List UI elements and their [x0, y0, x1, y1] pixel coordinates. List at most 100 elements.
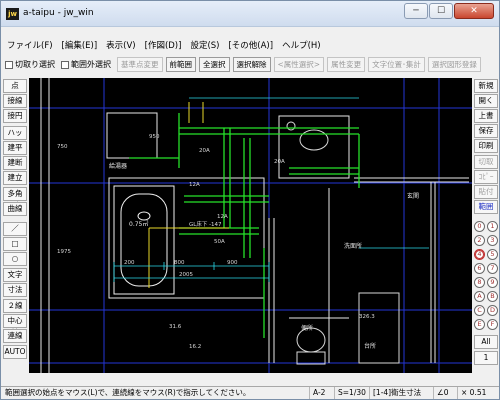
dimension-label: 200 — [124, 260, 135, 266]
layer-display[interactable]: [1-4]衛生寸法 — [369, 387, 421, 399]
cut-select-checkbox[interactable]: 切取り選択 — [5, 59, 55, 70]
elevation-tool[interactable]: 建立 — [3, 171, 27, 185]
layer-group-scale-button[interactable]: 1 — [474, 351, 498, 365]
layer-0-button[interactable]: 0 — [474, 221, 485, 232]
zoom-display[interactable]: × 0.51 — [457, 387, 486, 399]
range-button[interactable]: 範囲 — [474, 200, 498, 214]
cancel-selection-button[interactable]: 選択解除 — [232, 57, 271, 72]
point-tool[interactable]: 点 — [3, 79, 27, 93]
register-shape-button[interactable]: 選択図形登録 — [427, 57, 481, 72]
section-tool[interactable]: 建断 — [3, 156, 27, 170]
attribute-change-button[interactable]: 属性変更 — [327, 57, 366, 72]
previous-range-button[interactable]: 前範囲 — [165, 57, 196, 72]
plan-tool[interactable]: 建平 — [3, 141, 27, 155]
angle-display[interactable]: ∠0 — [433, 387, 449, 399]
curve-tool[interactable]: 曲線 — [3, 202, 27, 216]
entrance-label: 玄関 — [407, 192, 419, 200]
line-tool[interactable]: ／ — [3, 222, 27, 236]
menu-view[interactable]: 表示(V) — [106, 39, 135, 51]
layer-5-button[interactable]: 5 — [487, 249, 498, 260]
minimize-button[interactable]: ─ — [404, 3, 428, 19]
layer-row: C D — [474, 305, 498, 318]
continuous-line-tool[interactable]: 連線 — [3, 329, 27, 343]
layer-1-button[interactable]: 1 — [487, 221, 498, 232]
cut-button[interactable]: 切取 — [474, 155, 498, 169]
menu-draw[interactable]: [作図(D)] — [145, 39, 182, 51]
auto-mode-tool[interactable]: AUTO — [3, 345, 27, 359]
kitchen-label: 台所 — [364, 342, 376, 350]
layer-row: 8 9 — [474, 277, 498, 290]
layer-9-button[interactable]: 9 — [487, 277, 498, 288]
cut-select-label: 切取り選択 — [15, 60, 55, 69]
pipe-size-label: 50A — [214, 239, 225, 245]
center-line-tool[interactable]: 中心線 — [3, 314, 27, 337]
print-button[interactable]: 印刷 — [474, 139, 498, 153]
tangent-circle-tool[interactable]: 接円 — [3, 109, 27, 123]
layer-7-button[interactable]: 7 — [487, 263, 498, 274]
dimension-label: 1975 — [57, 249, 71, 255]
dimension-label: 800 — [174, 260, 185, 266]
layer-row: 2 3 — [474, 235, 498, 248]
pipe-size-label: 20A — [199, 148, 210, 154]
menu-other[interactable]: [その他(A)] — [228, 39, 273, 51]
bath-area-label: 0.75㎡ — [129, 220, 148, 228]
circle-tool[interactable]: ○ — [3, 252, 27, 266]
outside-select-checkbox[interactable]: 範囲外選択 — [61, 59, 111, 70]
window-controls: ─ ☐ ✕ — [404, 3, 494, 19]
polygon-tool[interactable]: 多角形 — [3, 187, 27, 210]
paste-button[interactable]: 貼付 — [474, 185, 498, 199]
drawing-canvas[interactable]: 給湯器 洗面所 玄関 便所 台所 0.75㎡ 20A 20A 12A 12A 5… — [29, 78, 472, 373]
maximize-button[interactable]: ☐ — [429, 3, 453, 19]
layer-6-button[interactable]: 6 — [474, 263, 485, 274]
attribute-select-button[interactable]: <属性選択> — [273, 57, 325, 72]
menu-help[interactable]: ヘルプ(H) — [282, 39, 321, 51]
checkbox-box — [5, 60, 13, 69]
select-all-button[interactable]: 全選択 — [199, 57, 230, 72]
pipe-size-label: 12A — [189, 182, 200, 188]
washroom-label: 洗面所 — [344, 242, 362, 250]
all-layers-button[interactable]: All — [474, 335, 498, 349]
layer-f-button[interactable]: F — [487, 319, 498, 330]
title-bar: jw a-taipu - jw_win ─ ☐ ✕ — [1, 1, 499, 27]
status-bar: 範囲選択の始点をマウス(L)で、連続線をマウス(R)で指示してください。 A-2… — [1, 386, 499, 399]
status-message: 範囲選択の始点をマウス(L)で、連続線をマウス(R)で指示してください。 — [5, 388, 251, 397]
overwrite-button[interactable]: 上書 — [474, 109, 498, 123]
select-toolbar: 切取り選択 範囲外選択 基準点変更 前範囲 全選択 選択解除 <属性選択> 属性… — [1, 54, 499, 75]
window-title: a-taipu - jw_win — [23, 8, 94, 18]
close-button[interactable]: ✕ — [454, 3, 494, 19]
text-tool[interactable]: 文字 — [3, 268, 27, 282]
double-line-tool[interactable]: ２線 — [3, 299, 27, 313]
layer-8-button[interactable]: 8 — [474, 277, 485, 288]
app-icon: jw — [6, 8, 19, 20]
copy-button[interactable]: ｺﾋﾟｰ — [474, 170, 498, 184]
layer-2-button[interactable]: 2 — [474, 235, 485, 246]
dimension-tool[interactable]: 寸法 — [3, 283, 27, 297]
rectangle-tool[interactable]: □ — [3, 237, 27, 251]
menu-settings[interactable]: 設定(S) — [190, 39, 219, 51]
paper-size[interactable]: A-2 — [309, 387, 325, 399]
toilet-label: 便所 — [301, 324, 313, 332]
layer-3-button[interactable]: 3 — [487, 235, 498, 246]
hatch-tool[interactable]: ハッチ — [3, 126, 27, 149]
scale-display[interactable]: S=1/30 — [334, 387, 366, 399]
layer-c-button[interactable]: C — [474, 305, 485, 316]
layer-e-button[interactable]: E — [474, 319, 485, 330]
save-button[interactable]: 保存 — [474, 124, 498, 138]
layer-row: E F — [474, 319, 498, 332]
water-heater-label: 給湯器 — [109, 162, 127, 170]
menu-file[interactable]: ファイル(F) — [7, 39, 53, 51]
open-file-button[interactable]: 開く — [474, 94, 498, 108]
tangent-line-tool[interactable]: 接線 — [3, 94, 27, 108]
new-file-button[interactable]: 新規 — [474, 79, 498, 93]
checkbox-box — [61, 60, 69, 69]
layer-4-button[interactable]: 4 — [474, 249, 485, 260]
layer-d-button[interactable]: D — [487, 305, 498, 316]
dimension-label: 900 — [227, 260, 238, 266]
layer-a-button[interactable]: A — [474, 291, 485, 302]
app-window: jw a-taipu - jw_win ─ ☐ ✕ ファイル(F) [編集(E)… — [0, 0, 500, 400]
layer-b-button[interactable]: B — [487, 291, 498, 302]
base-point-button[interactable]: 基準点変更 — [117, 57, 163, 72]
dimension-label: 31.6 — [169, 324, 182, 330]
menu-edit[interactable]: [編集(E)] — [62, 39, 98, 51]
text-position-button[interactable]: 文字位置･集計 — [368, 57, 425, 72]
